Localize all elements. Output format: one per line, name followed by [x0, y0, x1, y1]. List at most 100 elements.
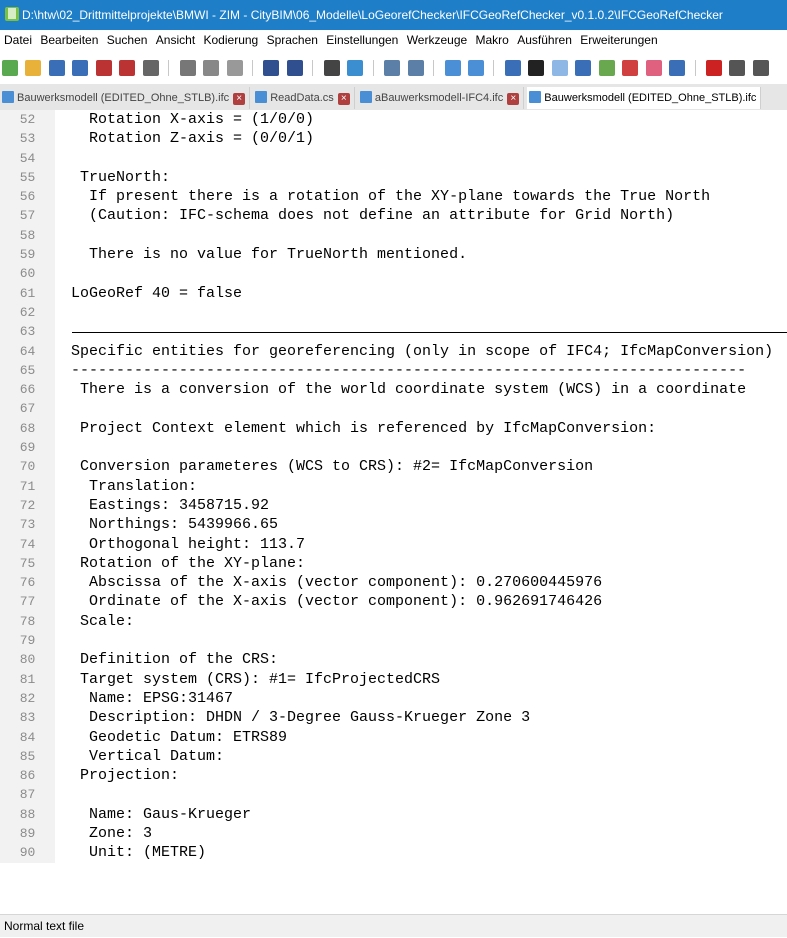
menu-werkzeuge[interactable]: Werkzeuge [403, 33, 467, 47]
line-number: 60 [0, 264, 55, 284]
code-line[interactable]: 78 Scale: [0, 611, 787, 632]
paste-icon[interactable] [226, 60, 243, 76]
code-line[interactable]: 74 Orthogonal height: 113.7 [0, 534, 787, 554]
menu-sprachen[interactable]: Sprachen [263, 33, 318, 47]
menu-erweiterungen[interactable]: Erweiterungen [576, 33, 657, 47]
indent-guide-icon[interactable] [551, 60, 568, 76]
text-editor[interactable]: 52 Rotation X-axis = (1/0/0) 53 Rotation … [0, 110, 787, 914]
function-list-icon[interactable] [622, 60, 639, 76]
code-line[interactable]: 59 There is no value for TrueNorth menti… [0, 245, 787, 265]
code-line[interactable]: 52 Rotation X-axis = (1/0/0) [0, 110, 787, 130]
line-text: LoGeoRef 40 = false [62, 284, 243, 302]
monitoring-icon[interactable] [669, 60, 686, 76]
line-text: Northings: 5439966.65 [62, 516, 279, 534]
code-line[interactable]: 76 Abscissa of the X-axis (vector compon… [0, 573, 787, 593]
save-all-icon[interactable] [72, 60, 89, 76]
status-file-type: Normal text file [4, 919, 85, 933]
code-line[interactable]: 54 [0, 148, 787, 168]
line-number: 84 [0, 727, 55, 747]
open-file-icon[interactable] [25, 60, 42, 76]
tab-readdata[interactable]: ReadData.cs × [253, 87, 355, 109]
word-wrap-icon[interactable] [504, 60, 521, 76]
line-text: Rotation X-axis = (1/0/0) [62, 111, 315, 128]
print-icon[interactable] [142, 60, 159, 76]
find-icon[interactable] [323, 60, 340, 76]
file-icon [255, 91, 268, 103]
code-line[interactable]: 79 [0, 631, 787, 651]
zoom-in-icon[interactable] [384, 60, 401, 76]
code-line[interactable]: 68 Project Context element which is refe… [0, 418, 787, 439]
menu-datei[interactable]: Datei [0, 33, 32, 47]
code-line[interactable]: 66 There is a conversion of the world co… [0, 380, 787, 400]
code-line[interactable]: 53 Rotation Z-axis = (0/0/1) [0, 129, 787, 149]
close-all-icon[interactable] [119, 60, 136, 76]
code-line[interactable]: 61 LoGeoRef 40 = false [0, 283, 787, 303]
menu-kodierung[interactable]: Kodierung [200, 33, 259, 47]
code-line[interactable]: 80 Definition of the CRS: [0, 650, 787, 670]
save-icon[interactable] [48, 60, 65, 76]
line-number: 73 [0, 515, 55, 535]
new-file-icon[interactable] [2, 60, 18, 76]
code-line[interactable]: 62 [0, 302, 787, 323]
line-number: 76 [0, 573, 55, 593]
code-line[interactable]: 84 Geodetic Datum: ETRS89 [0, 727, 787, 747]
menu-suchen[interactable]: Suchen [103, 33, 148, 47]
code-line[interactable]: 63 [0, 322, 787, 342]
code-line[interactable]: 56 If present there is a rotation of the… [0, 187, 787, 207]
line-number: 54 [0, 148, 55, 168]
copy-icon[interactable] [203, 60, 220, 76]
code-line[interactable]: 86 Projection: [0, 766, 787, 786]
close-icon[interactable]: × [337, 93, 350, 105]
cut-icon[interactable] [179, 60, 196, 76]
code-line[interactable]: 69 [0, 438, 787, 458]
code-line[interactable]: 87 [0, 785, 787, 805]
undo-icon[interactable] [263, 60, 280, 76]
code-line[interactable]: 60 [0, 264, 787, 284]
toolbar-separator [372, 60, 374, 76]
menu-einstellungen[interactable]: Einstellungen [322, 33, 398, 47]
menu-ansicht[interactable]: Ansicht [152, 33, 195, 47]
code-line[interactable]: 55 TrueNorth: [0, 167, 787, 188]
record-macro-icon[interactable] [705, 60, 722, 76]
code-line[interactable]: 75 Rotation of the XY-plane: [0, 553, 787, 574]
redo-icon[interactable] [286, 60, 303, 76]
code-line[interactable]: 81 Target system (CRS): #1= IfcProjected… [0, 669, 787, 689]
document-map-icon[interactable] [598, 60, 615, 76]
code-line[interactable]: 65 -------------------------------------… [0, 360, 787, 381]
menu-makro[interactable]: Makro [472, 33, 509, 47]
code-line[interactable]: 88 Name: Gaus-Krueger [0, 804, 787, 824]
tab-bauwerksmodell-edited[interactable]: Bauwerksmodell (EDITED_Ohne_STLB).ifc × [0, 87, 251, 109]
tab-label: Bauwerksmodell (EDITED_Ohne_STLB).ifc [17, 92, 230, 104]
code-line[interactable]: 72 Eastings: 3458715.92 [0, 495, 787, 516]
folder-workspace-icon[interactable] [645, 60, 662, 76]
stop-macro-icon[interactable] [729, 60, 746, 76]
sync-horizontal-icon[interactable] [467, 60, 484, 76]
code-line[interactable]: 73 Northings: 5439966.65 [0, 515, 787, 535]
code-line[interactable]: 70 Conversion parameteres (WCS to CRS): … [0, 457, 787, 477]
close-icon[interactable]: × [233, 93, 246, 105]
code-line[interactable]: 83 Description: DHDN / 3-Degree Gauss-Kr… [0, 708, 787, 728]
play-macro-icon[interactable] [752, 60, 769, 76]
close-icon[interactable]: × [507, 93, 520, 105]
menu-ausfuehren[interactable]: Ausführen [513, 33, 572, 47]
code-line[interactable]: 67 [0, 399, 787, 419]
code-line[interactable]: 90 Unit: (METRE) [0, 843, 787, 863]
user-language-icon[interactable] [575, 60, 592, 76]
code-line[interactable]: 58 [0, 225, 787, 246]
line-text: Translation: [62, 477, 198, 495]
menu-bearbeiten[interactable]: Bearbeiten [36, 33, 98, 47]
tab-abauwerksmodell-ifc4[interactable]: aBauwerksmodell-IFC4.ifc × [357, 87, 525, 109]
zoom-out-icon[interactable] [407, 60, 424, 76]
code-line[interactable]: 77 Ordinate of the X-axis (vector compon… [0, 592, 787, 612]
code-line[interactable]: 57 (Caution: IFC-schema does not define … [0, 206, 787, 226]
tab-bauwerksmodell-edited-active[interactable]: Bauwerksmodell (EDITED_Ohne_STLB).ifc [527, 87, 762, 109]
code-line[interactable]: 82 Name: EPSG:31467 [0, 688, 787, 709]
code-line[interactable]: 64 Specific entities for georeferencing … [0, 341, 787, 361]
close-file-icon[interactable] [95, 60, 112, 76]
code-line[interactable]: 85 Vertical Datum: [0, 746, 787, 767]
show-all-characters-icon[interactable] [528, 60, 545, 76]
code-line[interactable]: 71 Translation: [0, 476, 787, 496]
sync-vertical-icon[interactable] [444, 60, 461, 76]
code-line[interactable]: 89 Zone: 3 [0, 823, 787, 844]
replace-icon[interactable] [347, 60, 364, 76]
